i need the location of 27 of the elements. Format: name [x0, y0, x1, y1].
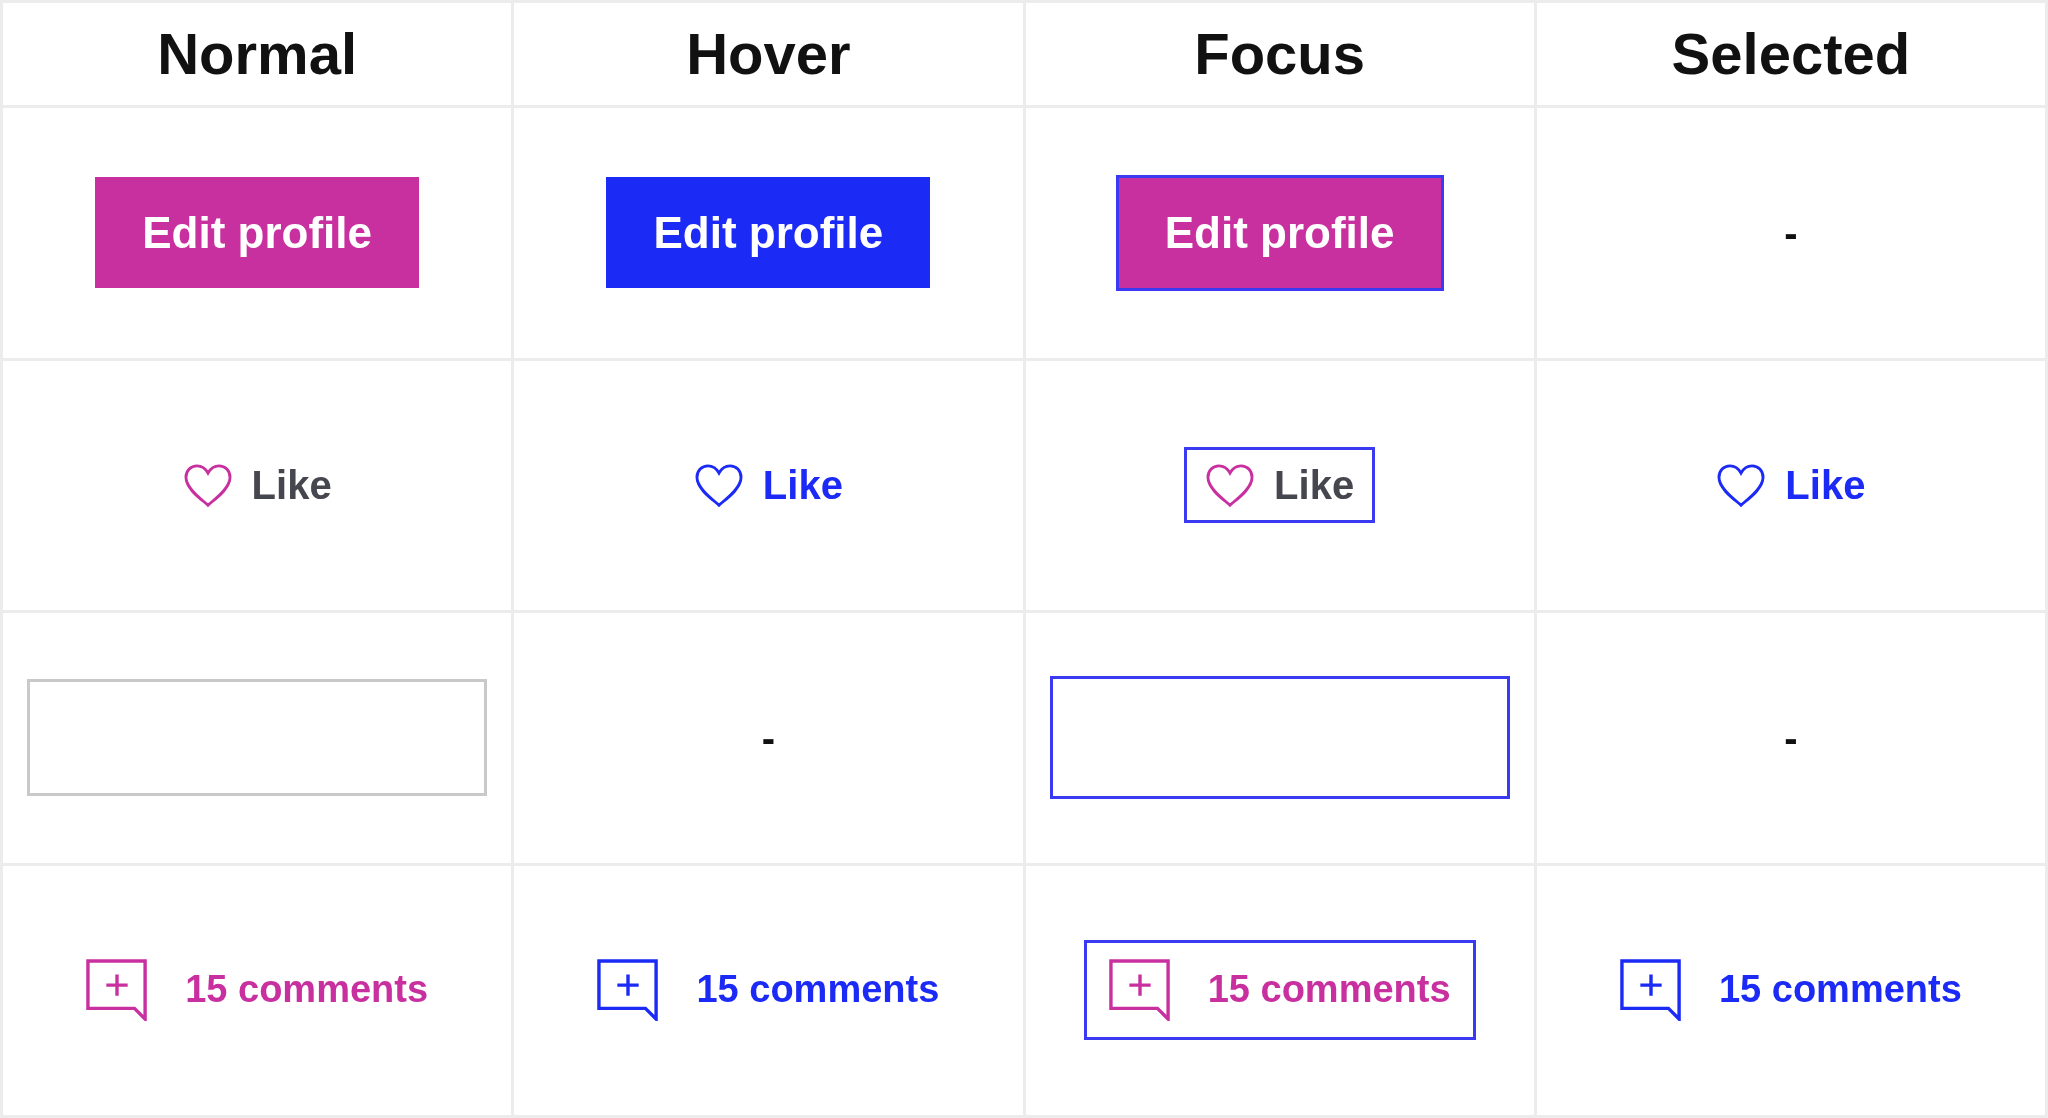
comments-button[interactable]: 15 comments: [1616, 956, 1965, 1025]
dash-text: -: [1784, 210, 1798, 255]
speech-bubble-plus-icon: [86, 959, 149, 1022]
comments-button[interactable]: 15 comments: [83, 956, 432, 1025]
edit-profile-button[interactable]: Edit profile: [95, 177, 420, 289]
column-header: Focus: [1194, 22, 1366, 86]
heart-icon: [182, 462, 233, 508]
column-header: Selected: [1671, 22, 1911, 86]
speech-bubble-plus-icon: [1108, 959, 1171, 1022]
heart-icon: [1205, 462, 1256, 508]
like-button[interactable]: Like: [690, 459, 846, 512]
dash-text: -: [1784, 715, 1798, 760]
comments-button[interactable]: 15 comments: [1083, 940, 1476, 1041]
like-button[interactable]: Like: [1184, 447, 1376, 524]
heart-icon: [1716, 462, 1767, 508]
comments-button[interactable]: 15 comments: [594, 956, 943, 1025]
edit-profile-button[interactable]: Edit profile: [1115, 174, 1444, 291]
like-button[interactable]: Like: [179, 459, 335, 512]
edit-profile-button[interactable]: Edit profile: [606, 177, 931, 289]
heart-icon: [693, 462, 744, 508]
like-button[interactable]: Like: [1713, 459, 1869, 512]
input-field[interactable]: [1049, 676, 1510, 800]
dash-text: -: [761, 715, 776, 760]
speech-bubble-plus-icon: [1619, 959, 1682, 1022]
column-header: Normal: [157, 22, 358, 86]
column-header: Hover: [686, 22, 851, 86]
speech-bubble-plus-icon: [597, 959, 660, 1022]
